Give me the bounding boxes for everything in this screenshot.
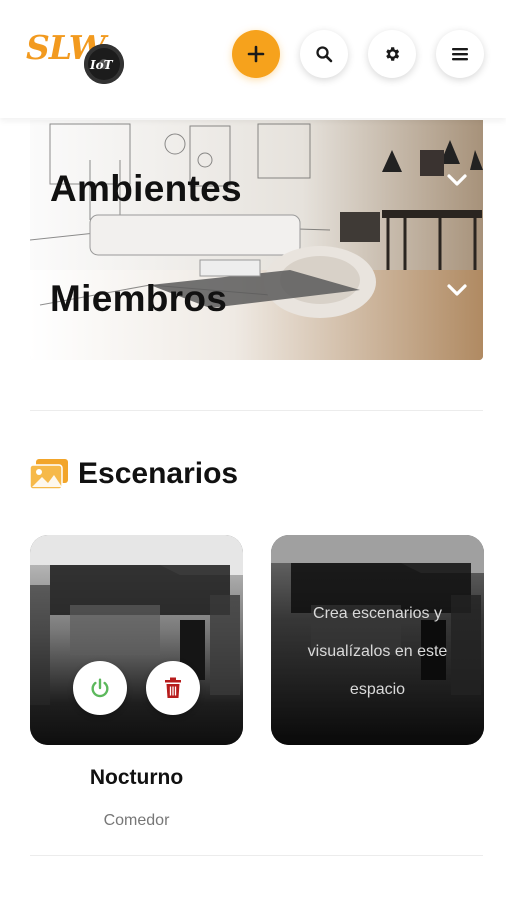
search-icon (316, 46, 333, 63)
hero-section-label: Miembros (50, 278, 228, 319)
section-divider (30, 855, 483, 856)
scene-name: Nocturno (89, 766, 184, 789)
section-divider (30, 410, 483, 411)
plus-icon (247, 45, 265, 63)
logo-subtext: IoT (90, 58, 113, 72)
scenes-section-header: Escenarios (28, 452, 238, 496)
scene-card[interactable] (30, 535, 243, 745)
images-icon (29, 459, 68, 490)
hero-section-label: Ambientes (50, 168, 242, 209)
search-button[interactable] (300, 30, 348, 78)
hero-banner: Ambientes Miembros (30, 120, 483, 360)
chevron-down-icon (447, 284, 467, 296)
app-header: SLW IoT (0, 0, 506, 118)
gear-icon (386, 47, 400, 61)
settings-button[interactable] (368, 30, 416, 78)
scene-power-button[interactable] (73, 661, 127, 715)
power-icon (91, 678, 109, 698)
menu-button[interactable] (436, 30, 484, 78)
empty-scene-card[interactable]: Crea escenarios y visualízalos en este e… (271, 535, 484, 745)
logo[interactable]: SLW IoT (26, 28, 126, 86)
hero-section-ambientes[interactable]: Ambientes (30, 146, 483, 250)
hamburger-icon (452, 48, 468, 61)
chevron-down-icon (447, 174, 467, 186)
empty-scene-message: Crea escenarios y visualízalos en este e… (307, 605, 448, 698)
hero-section-miembros[interactable]: Miembros (30, 256, 483, 360)
scene-room: Comedor (103, 812, 170, 829)
add-button[interactable] (232, 30, 280, 78)
scene-delete-button[interactable] (146, 661, 200, 715)
section-title: Escenarios (78, 457, 239, 490)
scene-image (30, 535, 243, 745)
trash-icon (165, 677, 181, 698)
